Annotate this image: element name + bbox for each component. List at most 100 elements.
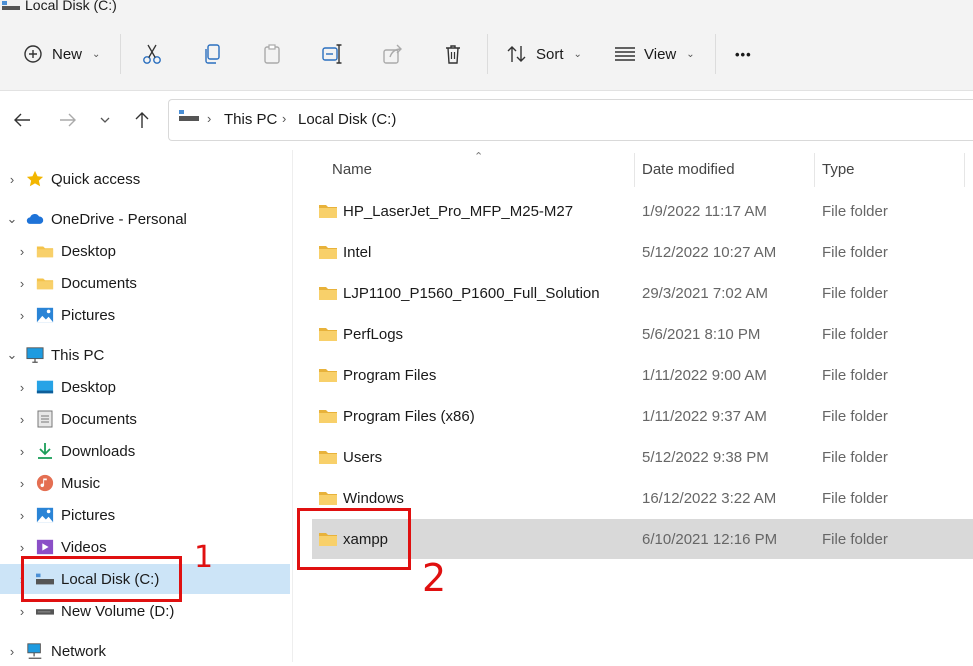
file-name: Program Files bbox=[343, 366, 437, 384]
sidebar-item-pictures[interactable]: › Pictures bbox=[0, 500, 290, 530]
recent-locations-button[interactable] bbox=[94, 109, 116, 131]
sidebar-item-label: Videos bbox=[61, 538, 107, 556]
more-options-label: ••• bbox=[735, 46, 752, 62]
column-header-date[interactable]: Date modified bbox=[642, 161, 735, 178]
more-options-button[interactable]: ••• bbox=[735, 38, 752, 70]
chevron-down-icon[interactable]: ⌄ bbox=[6, 347, 18, 363]
up-button[interactable] bbox=[131, 109, 153, 131]
toolbar-divider bbox=[715, 34, 716, 74]
file-row[interactable]: LJP1100_P1560_P1600_Full_Solution 29/3/2… bbox=[312, 273, 973, 313]
sidebar-item-label: Documents bbox=[61, 274, 137, 292]
download-icon bbox=[36, 442, 54, 460]
cut-icon[interactable] bbox=[141, 43, 163, 65]
sort-button[interactable]: Sort ⌄ bbox=[506, 38, 582, 70]
sidebar-item-label: OneDrive - Personal bbox=[51, 210, 187, 228]
chevron-right-icon[interactable]: › bbox=[16, 540, 28, 555]
chevron-down-icon[interactable]: ⌄ bbox=[6, 211, 18, 227]
file-row[interactable]: HP_LaserJet_Pro_MFP_M25-M27 1/9/2022 11:… bbox=[312, 191, 973, 231]
chevron-right-icon[interactable]: › bbox=[16, 244, 28, 259]
file-name: PerfLogs bbox=[343, 325, 404, 343]
sidebar-item-downloads[interactable]: › Downloads bbox=[0, 436, 290, 466]
arrow-right-icon bbox=[60, 113, 76, 127]
chevron-right-icon[interactable]: › bbox=[16, 444, 28, 459]
chevron-right-icon[interactable]: › bbox=[16, 412, 28, 427]
sidebar-item-label: This PC bbox=[51, 346, 105, 364]
sidebar-item-onedrive-desktop[interactable]: › Desktop bbox=[0, 236, 290, 266]
column-divider[interactable] bbox=[634, 153, 635, 187]
file-type: File folder bbox=[822, 448, 888, 466]
chevron-right-icon[interactable]: › bbox=[16, 508, 28, 523]
pictures-icon bbox=[36, 306, 54, 324]
file-type: File folder bbox=[822, 407, 888, 425]
file-type: File folder bbox=[822, 325, 888, 343]
file-row-xampp[interactable]: xampp 6/10/2021 12:16 PM File folder bbox=[312, 519, 973, 559]
folder-icon bbox=[319, 287, 337, 300]
file-date: 5/12/2022 10:27 AM bbox=[642, 243, 777, 261]
chevron-right-icon[interactable]: › bbox=[16, 308, 28, 323]
breadcrumb-local-disk[interactable]: Local Disk (C:) bbox=[298, 111, 396, 128]
file-row[interactable]: Program Files 1/11/2022 9:00 AM File fol… bbox=[312, 355, 973, 395]
sidebar-item-label: Documents bbox=[61, 410, 137, 428]
column-header-row: ⌃ Name Date modified Type bbox=[292, 150, 973, 190]
file-row[interactable]: Intel 5/12/2022 10:27 AM File folder bbox=[312, 232, 973, 272]
folder-icon bbox=[319, 369, 337, 382]
file-row[interactable]: PerfLogs 5/6/2021 8:10 PM File folder bbox=[312, 314, 973, 354]
view-label: View bbox=[644, 45, 677, 63]
paste-icon[interactable] bbox=[261, 43, 283, 65]
sidebar-item-label: Downloads bbox=[61, 442, 136, 460]
breadcrumb-this-pc[interactable]: This PC bbox=[224, 111, 277, 128]
sidebar-item-label: Pictures bbox=[61, 306, 116, 324]
drive-icon bbox=[2, 1, 20, 10]
file-row[interactable]: Program Files (x86) 1/11/2022 9:37 AM Fi… bbox=[312, 396, 973, 436]
sidebar-item-documents[interactable]: › Documents bbox=[0, 404, 290, 434]
file-type: File folder bbox=[822, 366, 888, 384]
new-button[interactable]: New ⌄ bbox=[22, 38, 100, 70]
column-divider[interactable] bbox=[964, 153, 965, 187]
sidebar-item-quick-access[interactable]: › Quick access bbox=[0, 164, 290, 194]
sidebar-item-label: New Volume (D:) bbox=[61, 602, 175, 620]
file-row[interactable]: Users 5/12/2022 9:38 PM File folder bbox=[312, 437, 973, 477]
column-header-name[interactable]: Name bbox=[332, 161, 372, 178]
chevron-right-icon[interactable]: › bbox=[16, 380, 28, 395]
folder-icon bbox=[319, 205, 337, 218]
view-button[interactable]: View ⌄ bbox=[614, 38, 695, 70]
column-divider[interactable] bbox=[814, 153, 815, 187]
chevron-right-icon: › bbox=[282, 111, 287, 126]
chevron-right-icon[interactable]: › bbox=[16, 276, 28, 291]
chevron-down-icon bbox=[100, 117, 110, 123]
sidebar-item-onedrive-pictures[interactable]: › Pictures bbox=[0, 300, 290, 330]
delete-icon[interactable] bbox=[442, 43, 464, 65]
column-header-type[interactable]: Type bbox=[822, 161, 855, 178]
drive-icon bbox=[179, 110, 199, 121]
star-icon bbox=[26, 170, 44, 188]
sidebar-item-label: Network bbox=[51, 642, 107, 660]
back-button[interactable] bbox=[11, 109, 33, 131]
sort-label: Sort bbox=[536, 45, 564, 63]
address-bar[interactable]: › This PC › Local Disk (C:) bbox=[168, 99, 973, 141]
sidebar-item-desktop[interactable]: › Desktop bbox=[0, 372, 290, 402]
file-date: 6/10/2021 12:16 PM bbox=[642, 530, 778, 548]
sidebar-item-onedrive[interactable]: ⌄ OneDrive - Personal bbox=[0, 204, 290, 234]
arrow-up-icon bbox=[135, 112, 149, 128]
share-icon[interactable] bbox=[382, 43, 404, 65]
file-type: File folder bbox=[822, 243, 888, 261]
file-type: File folder bbox=[822, 489, 888, 507]
chevron-right-icon[interactable]: › bbox=[16, 476, 28, 491]
title-bar: Local Disk (C:) bbox=[0, 0, 973, 16]
desktop-icon bbox=[36, 378, 54, 396]
chevron-right-icon[interactable]: › bbox=[16, 604, 28, 619]
sidebar-item-onedrive-documents[interactable]: › Documents bbox=[0, 268, 290, 298]
chevron-right-icon[interactable]: › bbox=[6, 644, 18, 659]
file-row[interactable]: Windows 16/12/2022 3:22 AM File folder bbox=[312, 478, 973, 518]
file-type: File folder bbox=[822, 530, 888, 548]
plus-circle-icon bbox=[22, 43, 44, 65]
sort-ascending-icon: ⌃ bbox=[474, 151, 484, 163]
chevron-right-icon[interactable]: › bbox=[6, 172, 18, 187]
command-bar: New ⌄ Sort ⌄ View ⌄ ••• bbox=[0, 16, 973, 91]
sidebar-item-music[interactable]: › Music bbox=[0, 468, 290, 498]
sidebar-item-this-pc[interactable]: ⌄ This PC bbox=[0, 340, 290, 370]
file-date: 1/11/2022 9:00 AM bbox=[642, 366, 767, 384]
copy-icon[interactable] bbox=[201, 43, 223, 65]
rename-icon[interactable] bbox=[321, 43, 343, 65]
forward-button[interactable] bbox=[57, 109, 79, 131]
